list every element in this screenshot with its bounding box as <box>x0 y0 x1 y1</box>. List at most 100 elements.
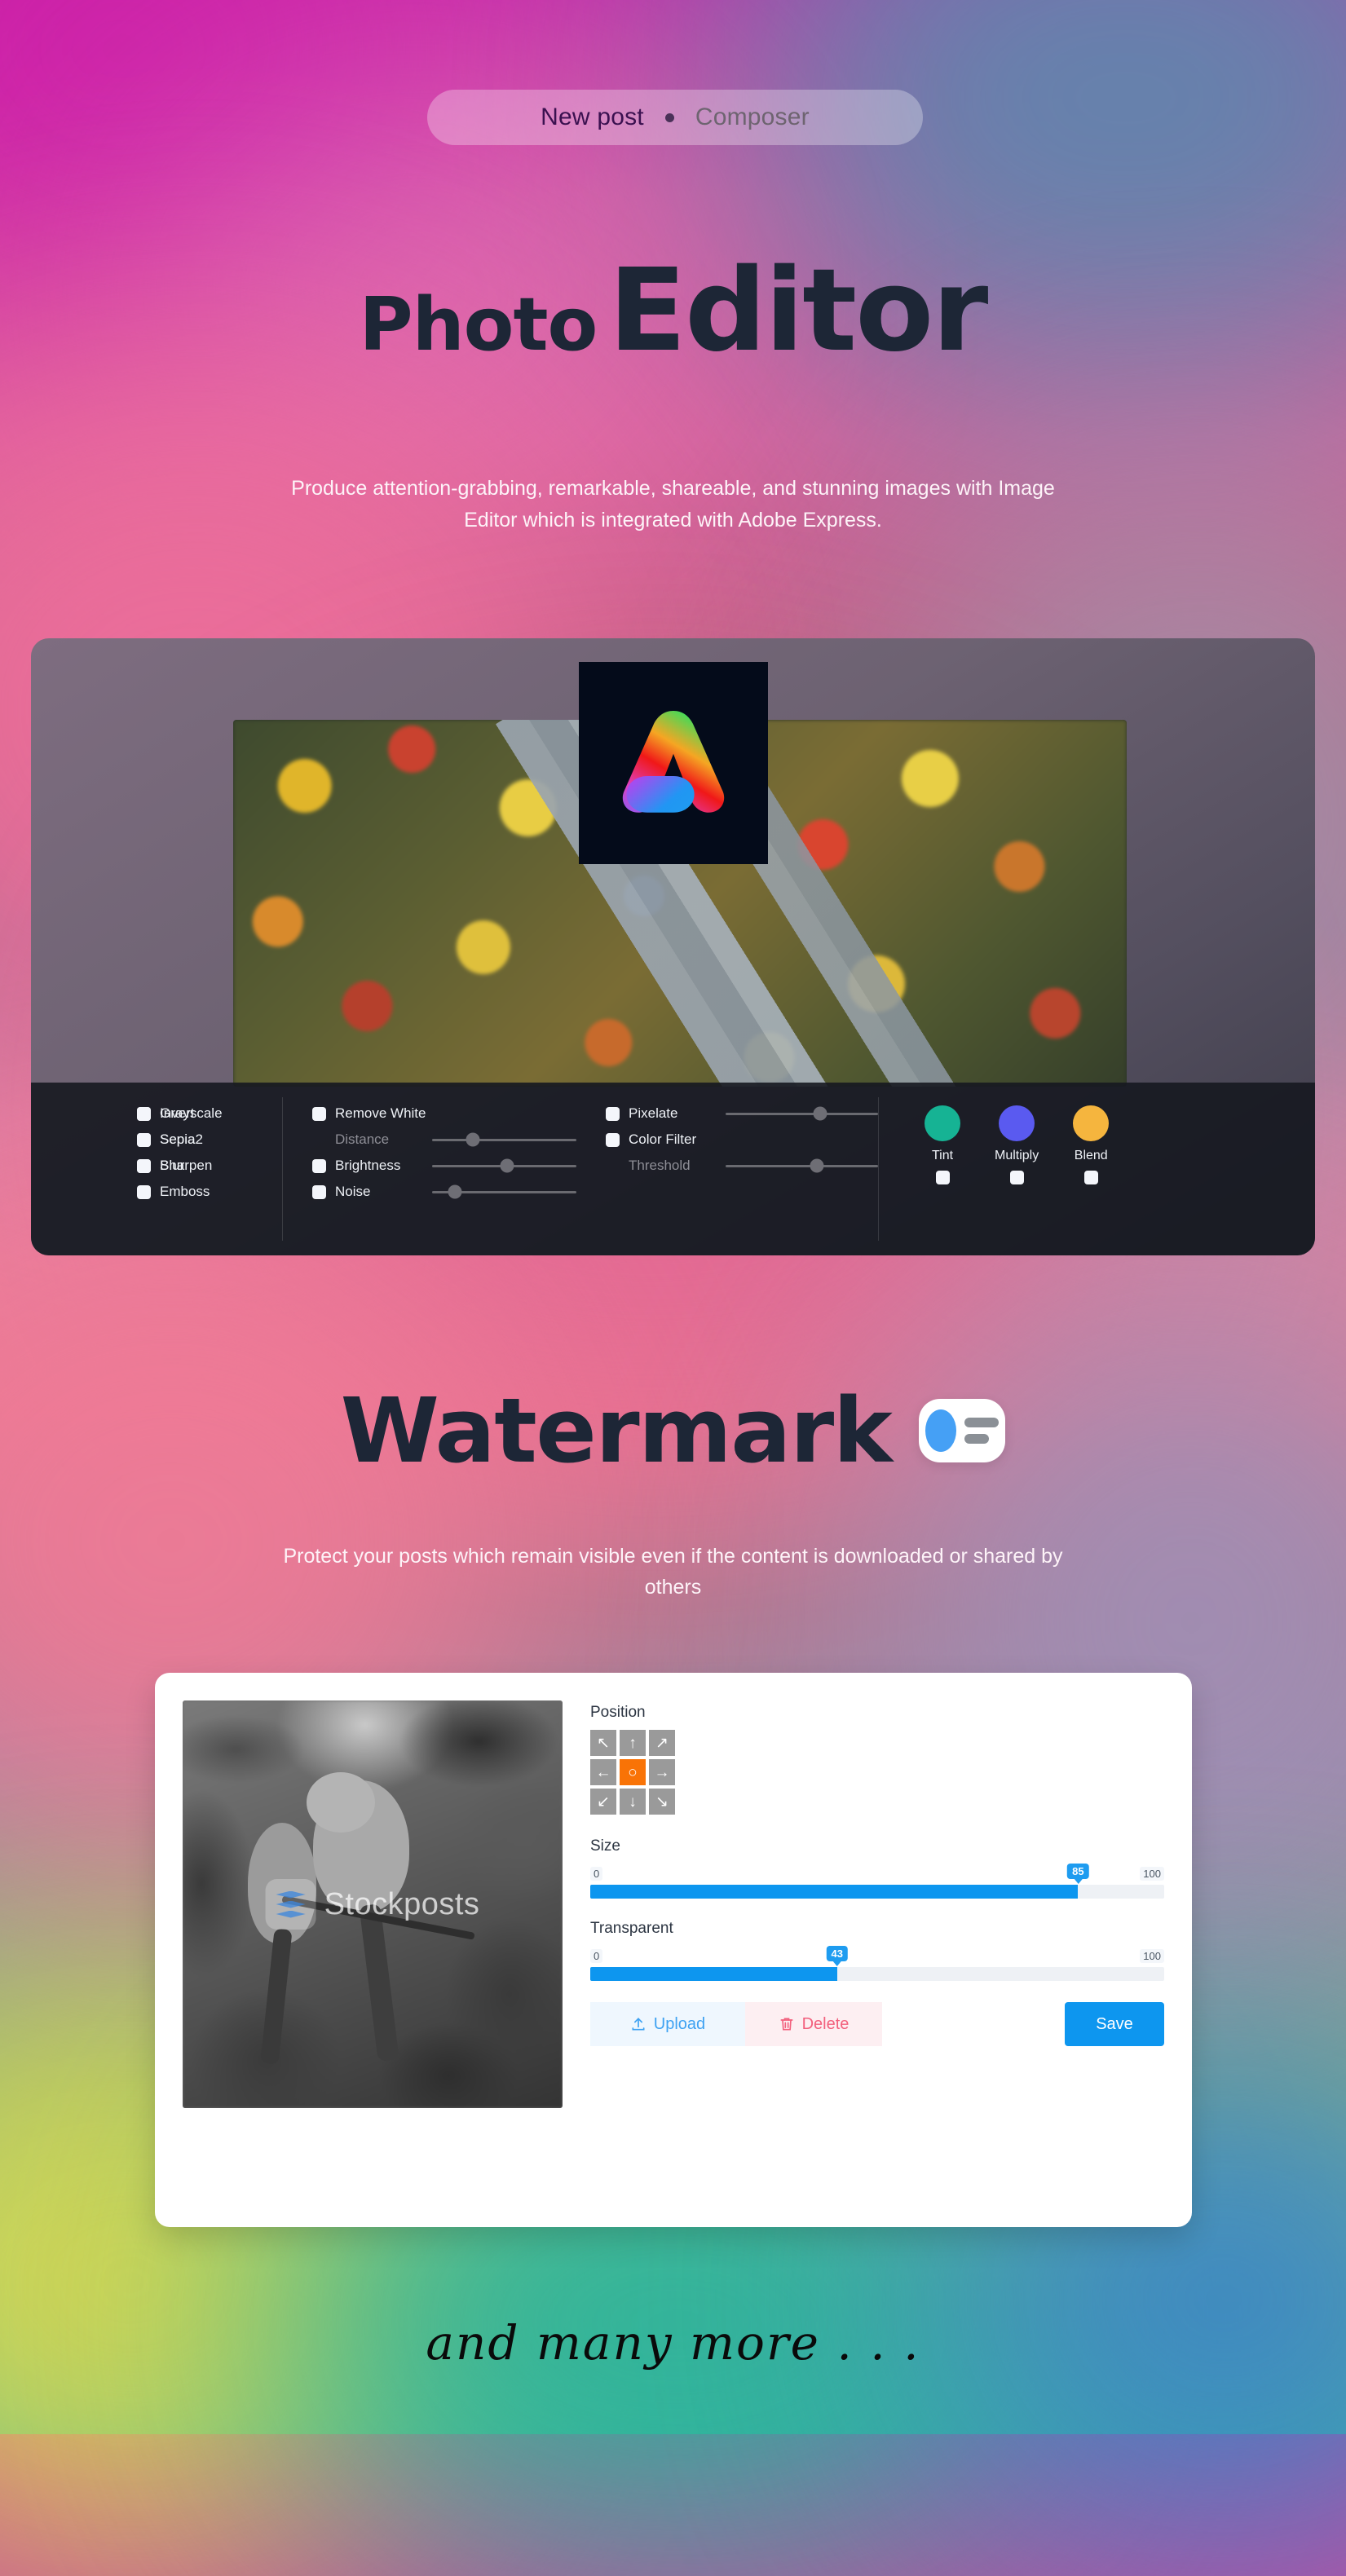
color-swatch[interactable]: Tint <box>925 1105 960 1184</box>
filter-checkbox-row[interactable]: Sharpen <box>137 1153 282 1179</box>
page-title: Photo Editor <box>0 245 1346 377</box>
footer-text: and many more . . . <box>426 2315 920 2371</box>
color-swatch-column: Tint Multiply Blend <box>879 1083 1315 1255</box>
slider-knob[interactable] <box>448 1184 462 1199</box>
filter-label: Remove White <box>335 1105 426 1121</box>
position-cell-arrow-up-left[interactable]: ↖ <box>590 1730 616 1756</box>
slider-label: Threshold <box>629 1158 691 1173</box>
size-slider-fill <box>590 1885 1079 1899</box>
adobe-express-a-glyph <box>622 711 725 813</box>
filter-checkbox-slider-row[interactable]: Noise <box>312 1179 576 1205</box>
bird-large-head <box>307 1772 375 1833</box>
delete-button-label: Delete <box>801 2014 850 2033</box>
watermark-preview-image[interactable]: Stockposts <box>183 1700 563 2108</box>
checkbox-icon[interactable] <box>137 1158 151 1173</box>
page-title-photo: Photo <box>359 282 598 368</box>
watermark-heading: Watermark <box>0 1386 1346 1475</box>
filter-checkbox-row[interactable]: Remove White <box>312 1101 576 1127</box>
size-min: 0 <box>590 1867 603 1881</box>
save-button[interactable]: Save <box>1065 2002 1164 2046</box>
filter-checkbox-slider-row[interactable]: Brightness <box>312 1153 576 1179</box>
checkbox-icon[interactable] <box>935 1171 950 1184</box>
filter-column-1: Grayscale Sepia Blur Emboss <box>31 1083 223 1255</box>
filter-label: Pixelate <box>629 1105 678 1121</box>
checkbox-icon[interactable] <box>606 1132 620 1147</box>
position-cell-arrow-up[interactable]: ↑ <box>620 1730 646 1756</box>
watermark-controls: Position ↖ ↑ ↗ ← ○ → ↙ ↓ ↘ Size 0 85 100 Transpa… <box>590 1700 1164 2199</box>
slider-knob[interactable] <box>466 1132 480 1147</box>
filter-label: Invert <box>160 1105 195 1121</box>
transparent-slider[interactable] <box>590 1967 1164 1981</box>
stockposts-layers-icon <box>265 1879 316 1930</box>
transparent-slider-scale: 0 43 100 <box>590 1946 1164 1967</box>
breadcrumb-composer[interactable]: Composer <box>695 104 810 131</box>
size-slider[interactable] <box>590 1885 1164 1899</box>
checkbox-icon[interactable] <box>312 1106 326 1121</box>
dot-icon <box>664 112 674 122</box>
checkbox-icon[interactable] <box>312 1184 326 1199</box>
delete-button[interactable]: Delete <box>745 2002 882 2046</box>
size-value-bubble: 85 <box>1067 1864 1089 1879</box>
slider-knob[interactable] <box>813 1106 827 1121</box>
filter-column-4: Pixelate Color Filter Threshold <box>576 1083 878 1255</box>
breadcrumb-badge[interactable]: New post Composer <box>427 90 923 145</box>
position-cell-arrow-down[interactable]: ↓ <box>620 1789 646 1815</box>
filter-column-3: Remove White Distance Brightness Noise <box>283 1083 576 1255</box>
filter-slider-row[interactable]: Threshold <box>606 1153 878 1179</box>
upload-icon <box>632 2018 645 2031</box>
size-slider-scale: 0 85 100 <box>590 1864 1164 1885</box>
checkbox-icon[interactable] <box>137 1106 151 1121</box>
breadcrumb-new-post[interactable]: New post <box>541 104 644 131</box>
transparent-label: Transparent <box>590 1920 673 1937</box>
transparent-slider-block: Transparent 0 43 100 <box>590 1920 1164 1981</box>
checkbox-icon[interactable] <box>312 1158 326 1173</box>
filter-label: Sharpen <box>160 1158 213 1173</box>
size-label: Size <box>590 1837 620 1855</box>
checkbox-icon[interactable] <box>1009 1171 1024 1184</box>
slider-track[interactable] <box>432 1158 576 1173</box>
color-swatch[interactable]: Blend <box>1073 1105 1110 1184</box>
slider-track[interactable] <box>432 1132 576 1147</box>
checkbox-icon[interactable] <box>1083 1171 1098 1184</box>
slider-label: Distance <box>335 1131 390 1147</box>
position-cell-center[interactable]: ○ <box>620 1759 646 1785</box>
slider-track[interactable] <box>726 1158 878 1173</box>
watermark-panel: Stockposts Position ↖ ↑ ↗ ← ○ → ↙ ↓ ↘ Size 0 85 … <box>155 1673 1192 2227</box>
upload-button-label: Upload <box>653 2014 706 2033</box>
swatch-color-circle[interactable] <box>925 1105 960 1141</box>
slider-knob[interactable] <box>810 1158 824 1173</box>
checkbox-icon[interactable] <box>137 1132 151 1147</box>
slider-knob[interactable] <box>500 1158 514 1173</box>
watermark-overlay: Stockposts <box>265 1879 480 1930</box>
position-grid[interactable]: ↖ ↑ ↗ ← ○ → ↙ ↓ ↘ <box>590 1730 1164 1815</box>
filter-checkbox-row[interactable]: Color Filter <box>606 1127 878 1153</box>
swatch-color-circle[interactable] <box>999 1105 1035 1141</box>
filter-label: Noise <box>335 1184 371 1199</box>
filter-checkbox-row[interactable]: Invert <box>137 1101 282 1127</box>
position-cell-arrow-down-left[interactable]: ↙ <box>590 1789 616 1815</box>
slider-track[interactable] <box>726 1106 878 1121</box>
filter-checkbox-row[interactable]: Sepia2 <box>137 1127 282 1153</box>
filter-checkbox-slider-row[interactable]: Pixelate <box>606 1101 878 1127</box>
checkbox-icon[interactable] <box>606 1106 620 1121</box>
adobe-express-logo <box>579 662 768 864</box>
position-cell-arrow-right[interactable]: → <box>649 1759 675 1785</box>
watermark-text: Stockposts <box>324 1886 480 1921</box>
slider-track[interactable] <box>432 1184 576 1199</box>
watermark-title: Watermark <box>340 1378 893 1483</box>
position-label: Position <box>590 1704 646 1721</box>
position-cell-arrow-up-right[interactable]: ↗ <box>649 1730 675 1756</box>
swatch-color-circle[interactable] <box>1073 1105 1110 1141</box>
filter-slider-row[interactable]: Distance <box>312 1127 576 1153</box>
size-slider-block: Size 0 85 100 <box>590 1837 1164 1899</box>
upload-button[interactable]: Upload <box>590 2002 745 2046</box>
filter-label: Brightness <box>335 1158 401 1173</box>
save-button-label: Save <box>1096 2014 1133 2033</box>
color-swatch[interactable]: Multiply <box>995 1105 1039 1184</box>
swatch-label: Multiply <box>995 1149 1039 1162</box>
position-cell-arrow-left[interactable]: ← <box>590 1759 616 1785</box>
hero-subtitle: Produce attention-grabbing, remarkable, … <box>291 477 1055 532</box>
filter-column-2: Invert Sepia2 Sharpen <box>137 1083 282 1255</box>
position-cell-arrow-down-right[interactable]: ↘ <box>649 1789 675 1815</box>
size-max: 100 <box>1140 1867 1164 1881</box>
